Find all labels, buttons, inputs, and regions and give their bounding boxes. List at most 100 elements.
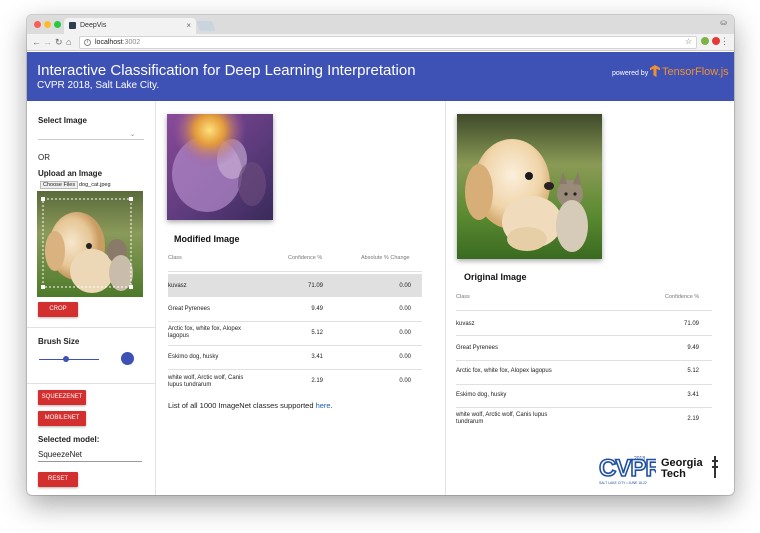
classes-link[interactable]: here (316, 401, 331, 410)
cell-confidence: 5.12 (311, 330, 323, 336)
cell-change: 0.00 (399, 283, 411, 289)
cell-confidence: 3.41 (687, 392, 699, 398)
image-select[interactable] (38, 139, 144, 140)
divider (456, 360, 712, 361)
cell-confidence: 2.19 (311, 378, 323, 384)
select-image-label: Select Image (38, 116, 87, 125)
tensorflow-logo[interactable]: TensorFlow.js (650, 65, 729, 78)
georgia-tech-logo: Georgia Tech (661, 458, 703, 480)
star-icon[interactable]: ☆ (685, 37, 692, 46)
close-window-icon[interactable] (34, 21, 41, 28)
classes-note-end: . (330, 401, 333, 410)
brand-suffix: .js (717, 66, 729, 78)
browser-window: DeepVis × ⛀ ← → ↻ ⌂ i localhost:3002 ☆ ⋮… (27, 15, 734, 495)
cell-confidence: 9.49 (687, 345, 699, 351)
page-title: Interactive Classification for Deep Lear… (37, 62, 416, 79)
squeezenet-button[interactable]: SQUEEZENET (38, 390, 86, 405)
model-underline (38, 461, 142, 462)
powered-by: powered by (612, 70, 649, 77)
upload-label: Upload an Image (38, 169, 103, 178)
divider (456, 384, 712, 385)
classes-note-text: List of all 1000 ImageNet classes suppor… (168, 401, 314, 410)
divider (168, 345, 422, 346)
selected-model-label: Selected model: (38, 435, 100, 444)
new-tab-button[interactable] (196, 21, 216, 31)
crop-button[interactable]: CROP (38, 302, 78, 317)
chevron-down-icon[interactable]: ⌄ (130, 131, 135, 138)
mobilenet-button[interactable]: MOBILENET (38, 411, 86, 426)
cell-change: 0.00 (399, 378, 411, 384)
divider (168, 369, 422, 370)
classes-note: List of all 1000 ImageNet classes suppor… (168, 401, 333, 410)
back-icon[interactable]: ← (32, 37, 41, 47)
sidebar-border (155, 101, 156, 495)
profile-icon[interactable]: ⛀ (720, 18, 727, 27)
home-icon[interactable]: ⌂ (66, 37, 71, 47)
app-header: Interactive Classification for Deep Lear… (27, 52, 734, 101)
cell-class: Arctic fox, white fox, Alopex lagopus (456, 368, 552, 374)
cell-class: Arctic fox, white fox, Alopex lagopus (168, 326, 242, 339)
column-divider (445, 101, 446, 495)
reload-icon[interactable]: ↻ (55, 37, 63, 47)
maximize-window-icon[interactable] (54, 21, 61, 28)
modified-image-title: Modified Image (174, 234, 240, 244)
choose-files-button[interactable]: Choose Files (40, 181, 79, 189)
cell-confidence: 9.49 (311, 306, 323, 312)
original-image (457, 114, 602, 259)
modified-col-change: Absolute % Change (361, 255, 410, 261)
minimize-window-icon[interactable] (44, 21, 51, 28)
brand-name: TensorFlow (662, 66, 718, 78)
divider (27, 383, 156, 384)
reset-button[interactable]: RESET (38, 472, 78, 487)
cell-change: 0.00 (399, 354, 411, 360)
gt-line2: Tech (661, 468, 686, 480)
slider-thumb[interactable] (63, 356, 69, 362)
cell-class: kuvasz (168, 283, 187, 289)
tower-icon (712, 456, 718, 478)
address-bar[interactable]: i localhost:3002 ☆ (79, 36, 697, 49)
divider (456, 407, 712, 408)
or-text: OR (38, 153, 50, 162)
tensorflow-icon (650, 65, 660, 77)
original-image-title: Original Image (464, 272, 527, 282)
cvpr-logo-text: CVPR (599, 455, 656, 482)
file-name: dog_cat.jpeg (79, 182, 111, 188)
tab-close-icon[interactable]: × (186, 21, 191, 30)
cvpr-logo-year: 2018 (634, 456, 645, 462)
modified-col-confidence: Confidence % (288, 255, 323, 261)
menu-icon[interactable]: ⋮ (720, 36, 729, 47)
cvpr-logo: CVPR 2018 SALT LAKE CITY • JUNE 18-22 (598, 454, 656, 485)
cell-class: white wolf, Arctic wolf, Canis lupus tun… (456, 412, 548, 425)
divider (168, 321, 422, 322)
url-host: localhost (95, 39, 123, 46)
selected-model-value: SqueezeNet (38, 450, 83, 459)
divider (27, 327, 156, 328)
forward-icon[interactable]: → (43, 37, 52, 47)
page-subtitle: CVPR 2018, Salt Lake City. (37, 80, 160, 91)
modified-col-class: Class (168, 255, 182, 261)
cell-class: Great Pyrenees (168, 306, 211, 312)
cell-confidence: 71.09 (307, 283, 323, 289)
cell-class: Eskimo dog, husky (456, 392, 507, 398)
info-icon[interactable]: i (84, 39, 91, 46)
cell-confidence: 2.19 (687, 416, 699, 422)
original-col-confidence: Confidence % (665, 294, 700, 300)
url-port: :3002 (122, 39, 141, 46)
extension-icon[interactable] (701, 37, 709, 45)
cell-change: 0.00 (399, 306, 411, 312)
crop-image-preview[interactable] (37, 191, 143, 297)
original-col-class: Class (456, 294, 470, 300)
cell-class: Great Pyrenees (456, 345, 499, 351)
browser-tab[interactable]: DeepVis × (64, 18, 196, 34)
brush-size-slider[interactable] (39, 359, 99, 360)
favicon-icon (69, 22, 76, 29)
cell-class: white wolf, Arctic wolf, Canis lupus tun… (168, 375, 244, 388)
browser-toolbar: ← → ↻ ⌂ i localhost:3002 ☆ ⋮ (27, 34, 734, 51)
modified-image-canvas[interactable] (167, 114, 273, 220)
divider (456, 310, 712, 311)
brush-preview (121, 352, 134, 365)
extension-icon[interactable] (712, 37, 720, 45)
cell-confidence: 71.09 (683, 321, 699, 327)
cell-class: kuvasz (456, 321, 475, 327)
cvpr-logo-location: SALT LAKE CITY • JUNE 18-22 (599, 481, 647, 485)
